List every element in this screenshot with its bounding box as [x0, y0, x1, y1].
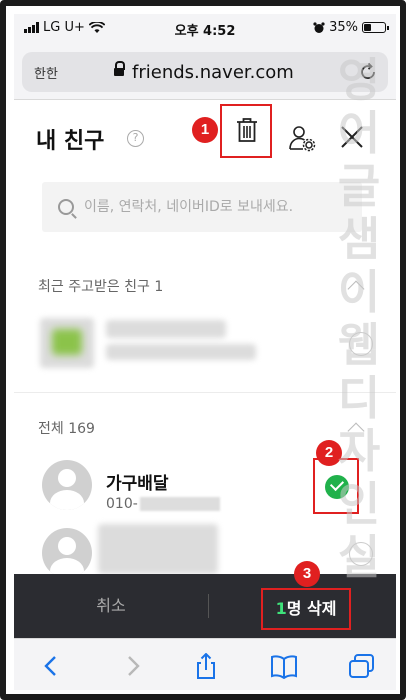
- search-input[interactable]: [84, 199, 344, 215]
- question-icon[interactable]: ?: [127, 130, 144, 147]
- tabs-icon[interactable]: [348, 653, 376, 679]
- friend-phone-text: 010-: [106, 496, 138, 512]
- friend-radio[interactable]: [349, 542, 373, 566]
- text-size-button[interactable]: 한한: [34, 63, 74, 82]
- chevron-up-icon[interactable]: [347, 280, 365, 298]
- delete-selected-button[interactable]: 1명 삭제: [263, 590, 349, 628]
- lock-icon: [114, 61, 125, 78]
- action-divider: [208, 594, 209, 618]
- battery-icon: [362, 22, 389, 33]
- delete-label: 명 삭제: [286, 599, 337, 618]
- delete-highlight: [220, 104, 272, 158]
- page-title: 내 친구: [36, 129, 105, 154]
- friend-info-blurred: [98, 524, 218, 574]
- back-icon[interactable]: [38, 653, 66, 679]
- phone-redaction: [139, 497, 220, 511]
- recent-friend-radio[interactable]: [349, 332, 373, 356]
- delete-highlight: 1명 삭제: [261, 588, 351, 630]
- user-settings-icon[interactable]: [288, 124, 316, 152]
- status-bar: LG U+ 오후 4:52 35%: [14, 14, 396, 40]
- battery-percent: 35%: [329, 20, 358, 35]
- step-badge-3: 3: [294, 561, 320, 587]
- recent-friend-phone-blurred: [106, 344, 256, 360]
- share-icon[interactable]: [192, 653, 220, 679]
- delete-count: 1: [275, 599, 287, 618]
- friend-name: 가구배달: [106, 474, 169, 494]
- friend-phone: 010-: [106, 496, 220, 512]
- page-header: 내 친구 ? 1: [14, 100, 396, 170]
- cancel-button[interactable]: 취소: [14, 574, 208, 638]
- url-domain: friends.naver.com: [132, 61, 294, 83]
- action-bar: 취소 1명 삭제: [14, 574, 396, 638]
- search-icon: [58, 199, 74, 215]
- recent-section-label: 최근 주고받은 친구 1: [38, 279, 164, 295]
- recent-friend-name-blurred: [106, 320, 226, 338]
- recent-friend-avatar-blur: [52, 329, 82, 355]
- forward-icon[interactable]: [118, 653, 146, 679]
- battery-fill: [364, 24, 371, 31]
- avatar: [42, 528, 92, 578]
- bookmarks-icon[interactable]: [270, 653, 298, 679]
- address-bar[interactable]: 한한 friends.naver.com: [22, 52, 388, 92]
- checked-icon[interactable]: [325, 475, 349, 499]
- step-badge-1: 1: [192, 117, 218, 143]
- browser-toolbar: [14, 638, 396, 690]
- all-section-label: 전체 169: [38, 421, 95, 437]
- section-divider: [14, 392, 396, 393]
- screen: LG U+ 오후 4:52 35% 한한 friends.naver.com 내…: [14, 14, 396, 690]
- select-highlight: [313, 458, 359, 514]
- search-box: [42, 182, 362, 232]
- phone-frame: LG U+ 오후 4:52 35% 한한 friends.naver.com 내…: [0, 0, 406, 700]
- alarm-icon: [313, 21, 325, 33]
- reload-icon[interactable]: [358, 62, 378, 82]
- status-right: 35%: [313, 20, 389, 35]
- close-icon[interactable]: [339, 124, 365, 150]
- chevron-up-icon[interactable]: [347, 422, 365, 440]
- avatar: [42, 460, 92, 510]
- trash-icon[interactable]: [236, 117, 258, 143]
- browser-address-area: 한한 friends.naver.com: [14, 40, 396, 100]
